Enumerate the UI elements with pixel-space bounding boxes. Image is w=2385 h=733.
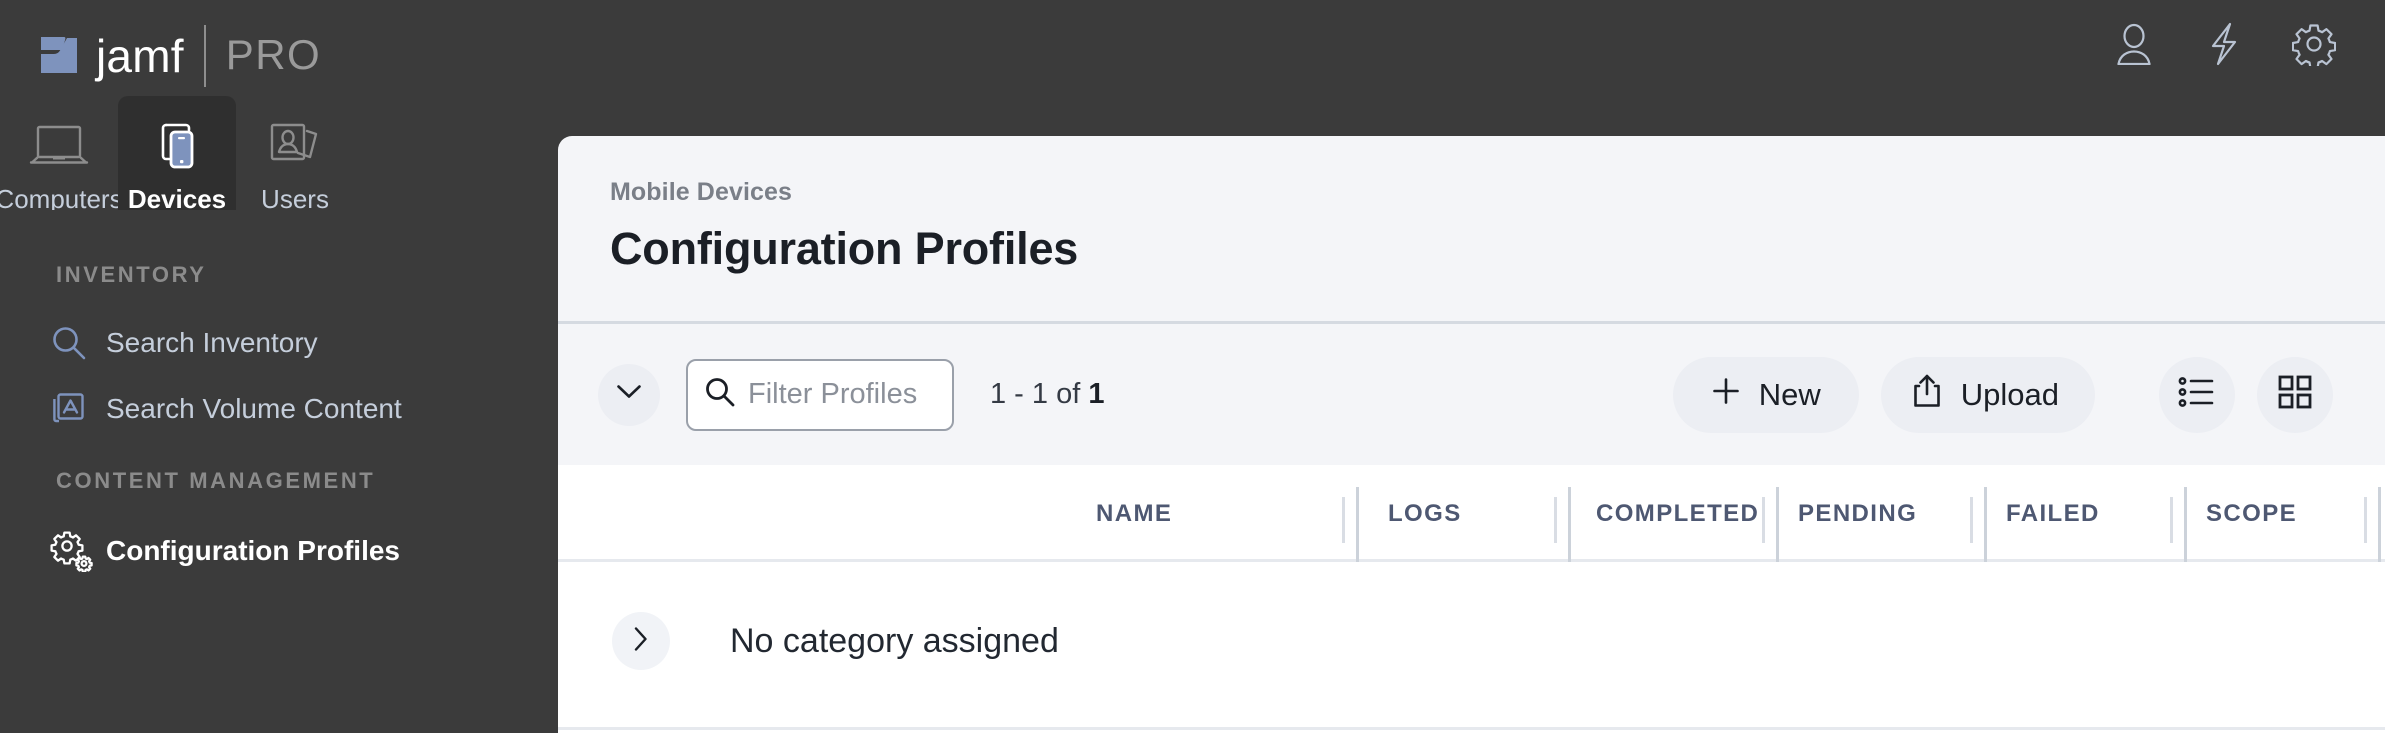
toolbar: 1 - 1 of 1 New bbox=[558, 321, 2385, 465]
brand-divider bbox=[203, 25, 206, 87]
column-header-completed[interactable]: COMPLETED bbox=[1596, 465, 1759, 562]
brand-name: jamf bbox=[96, 30, 184, 82]
sidebar: INVENTORY Search Inventory Search Volume… bbox=[0, 210, 558, 733]
plus-icon bbox=[1711, 376, 1741, 414]
filter-input-wrapper[interactable] bbox=[686, 358, 954, 431]
bolt-icon[interactable] bbox=[2201, 21, 2247, 67]
grid-view-button[interactable] bbox=[2257, 356, 2333, 433]
column-resize-handle[interactable] bbox=[2166, 465, 2192, 562]
app-store-icon bbox=[50, 390, 106, 428]
profiles-table: NAME LOGS COMPLETED PENDING FAILED SCOPE bbox=[558, 465, 2385, 733]
main-panel: Mobile Devices Configuration Profiles Fi… bbox=[558, 136, 2385, 733]
result-count-range: 1 - 1 of bbox=[990, 378, 1089, 410]
laptop-icon bbox=[29, 118, 89, 174]
list-view-icon bbox=[2178, 376, 2216, 413]
gear-icon[interactable] bbox=[2291, 21, 2337, 67]
column-header-name[interactable]: NAME bbox=[1096, 465, 1172, 562]
table-header-row: NAME LOGS COMPLETED PENDING FAILED SCOPE bbox=[558, 465, 2385, 562]
sidebar-group-inventory: INVENTORY bbox=[56, 262, 207, 287]
mobile-device-icon bbox=[150, 118, 204, 174]
row-expand-button[interactable] bbox=[612, 612, 670, 670]
tab-users[interactable]: Users bbox=[236, 96, 354, 218]
top-bar: jamf PRO bbox=[0, 0, 2385, 136]
sidebar-item-search-inventory[interactable]: Search Inventory bbox=[0, 310, 558, 376]
search-icon bbox=[50, 324, 106, 362]
page-header: Mobile Devices Configuration Profiles bbox=[558, 136, 2385, 275]
search-icon bbox=[704, 376, 736, 413]
collapse-toggle-button[interactable] bbox=[598, 363, 660, 426]
sidebar-item-configuration-profiles[interactable]: Configuration Profiles bbox=[0, 518, 558, 584]
upload-icon bbox=[1911, 373, 1943, 417]
result-count-total: 1 bbox=[1088, 378, 1105, 410]
chevron-right-icon bbox=[633, 626, 649, 657]
chevron-down-icon bbox=[616, 384, 642, 405]
list-view-button[interactable] bbox=[2159, 356, 2235, 433]
column-resize-handle[interactable] bbox=[1338, 465, 1364, 562]
upload-button[interactable]: Upload bbox=[1880, 356, 2095, 433]
app-root: jamf PRO Computers Devices Users INVENTO… bbox=[0, 0, 2385, 733]
product-tabs: Computers Devices Users bbox=[0, 88, 354, 218]
grid-view-icon bbox=[2277, 374, 2313, 415]
new-button[interactable]: New bbox=[1672, 356, 1859, 433]
column-header-pending[interactable]: PENDING bbox=[1798, 465, 1917, 562]
table-row[interactable]: No category assigned bbox=[558, 562, 2385, 730]
jamf-logo-icon bbox=[38, 34, 80, 76]
top-bar-actions bbox=[2111, 0, 2337, 88]
column-resize-handle[interactable] bbox=[1758, 465, 1784, 562]
sidebar-group-content-management: CONTENT MANAGEMENT bbox=[56, 468, 376, 493]
column-header-logs[interactable]: LOGS bbox=[1388, 465, 1462, 562]
column-header-failed[interactable]: FAILED bbox=[2006, 465, 2100, 562]
column-resize-handle[interactable] bbox=[1966, 465, 1992, 562]
sidebar-item-search-volume-content[interactable]: Search Volume Content bbox=[0, 376, 558, 442]
column-resize-handle[interactable] bbox=[1550, 465, 1576, 562]
brand-product: PRO bbox=[225, 31, 322, 78]
sidebar-label-search-inventory: Search Inventory bbox=[106, 327, 318, 358]
toolbar-actions: New Upload bbox=[1672, 356, 2333, 433]
row-label: No category assigned bbox=[730, 622, 1059, 660]
new-button-label: New bbox=[1758, 376, 1821, 412]
sidebar-label-configuration-profiles: Configuration Profiles bbox=[106, 535, 400, 566]
column-header-scope[interactable]: SCOPE bbox=[2206, 465, 2297, 562]
tab-computers[interactable]: Computers bbox=[0, 96, 123, 218]
breadcrumb: Mobile Devices bbox=[610, 178, 793, 206]
gears-icon bbox=[50, 530, 106, 572]
filter-input[interactable] bbox=[748, 378, 938, 411]
account-icon[interactable] bbox=[2111, 21, 2157, 67]
brand-logo[interactable]: jamf PRO bbox=[38, 25, 322, 87]
result-count: 1 - 1 of 1 bbox=[990, 378, 1104, 411]
column-resize-handle[interactable] bbox=[2360, 465, 2385, 562]
sidebar-label-search-volume-content: Search Volume Content bbox=[106, 393, 402, 424]
page-title: Configuration Profiles bbox=[610, 223, 1079, 274]
upload-button-label: Upload bbox=[1960, 376, 2059, 412]
tab-devices[interactable]: Devices bbox=[118, 96, 236, 218]
users-icon bbox=[268, 118, 322, 174]
